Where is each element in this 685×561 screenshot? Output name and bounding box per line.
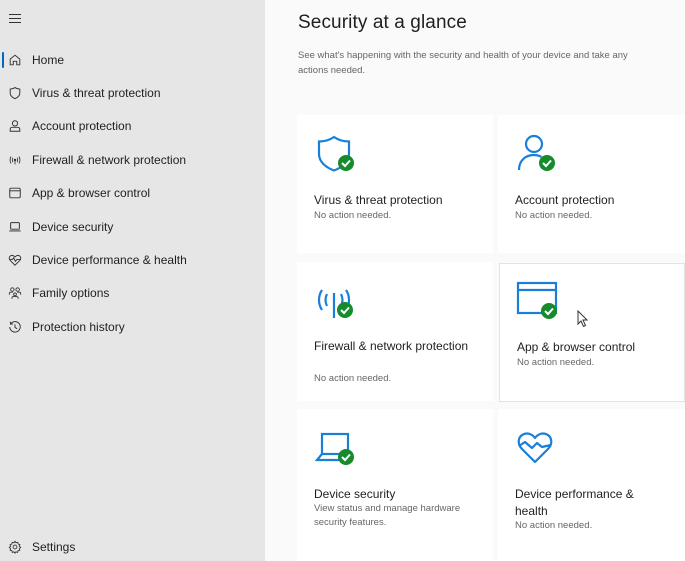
sidebar-item-label: Device security <box>32 219 114 234</box>
sidebar: Home Virus & threat protection Account p… <box>0 0 265 561</box>
heart-pulse-icon <box>515 428 563 470</box>
card-device-performance-health[interactable]: Device performance & health No action ne… <box>498 409 685 561</box>
home-icon <box>8 53 22 67</box>
card-status: No action needed. <box>314 373 392 384</box>
card-title: App & browser control <box>517 340 636 354</box>
card-title: Account protection <box>515 193 615 207</box>
card-app-browser-control[interactable]: App & browser control No action needed. <box>499 263 685 402</box>
person-icon <box>8 119 22 133</box>
laptop-icon <box>314 428 362 470</box>
sidebar-nav: Home Virus & threat protection Account p… <box>0 43 265 344</box>
antenna-icon <box>8 153 22 167</box>
history-icon <box>8 320 22 334</box>
gear-icon <box>8 540 22 554</box>
card-status: View status and manage hardware security… <box>314 503 461 528</box>
sidebar-item-device-performance-health[interactable]: Device performance & health <box>0 243 265 276</box>
page-subtitle: See what's happening with the security a… <box>298 50 628 76</box>
sidebar-item-family-options[interactable]: Family options <box>0 277 265 310</box>
window-icon <box>516 281 564 323</box>
active-indicator <box>2 52 4 68</box>
card-account-protection[interactable]: Account protection No action needed. <box>498 115 685 253</box>
mouse-pointer-icon <box>577 309 589 328</box>
card-device-security[interactable]: Device security View status and manage h… <box>297 409 493 561</box>
ok-check-badge <box>541 303 557 319</box>
window-icon <box>8 186 22 200</box>
sidebar-item-app-browser-control[interactable]: App & browser control <box>0 177 265 210</box>
sidebar-item-settings[interactable]: Settings <box>0 530 265 561</box>
card-status: No action needed. <box>517 357 595 368</box>
hamburger-icon-line <box>9 17 21 19</box>
hamburger-menu-button[interactable] <box>6 10 24 26</box>
sidebar-item-label: Home <box>32 52 65 67</box>
sidebar-item-firewall-network-protection[interactable]: Firewall & network protection <box>0 143 265 176</box>
settings-container: Settings <box>0 530 265 561</box>
sidebar-item-label: Virus & threat protection <box>32 86 161 101</box>
sidebar-item-device-security[interactable]: Device security <box>0 210 265 243</box>
sidebar-item-virus-threat-protection[interactable]: Virus & threat protection <box>0 76 265 109</box>
sidebar-item-protection-history[interactable]: Protection history <box>0 310 265 343</box>
hamburger-icon-line <box>9 21 21 23</box>
heart-pulse-icon <box>8 253 22 267</box>
card-title: Firewall & network protection <box>314 339 469 353</box>
sidebar-item-label: Family options <box>32 286 110 301</box>
sidebar-item-label: Device performance & health <box>32 253 187 268</box>
laptop-icon <box>8 220 22 234</box>
sidebar-item-label: Account protection <box>32 119 132 134</box>
sidebar-item-home[interactable]: Home <box>0 43 265 76</box>
sidebar-item-label: Firewall & network protection <box>32 152 187 167</box>
ok-check-badge <box>338 449 354 465</box>
page-title: Security at a glance <box>298 12 467 33</box>
sidebar-item-account-protection[interactable]: Account protection <box>0 110 265 143</box>
sidebar-item-label: Settings <box>32 539 76 554</box>
card-title: Device security <box>314 487 396 501</box>
main-content: Security at a glance See what's happenin… <box>265 0 685 561</box>
hamburger-icon <box>9 13 21 15</box>
card-title: Virus & threat protection <box>314 193 443 207</box>
shield-icon <box>314 134 362 176</box>
card-status: No action needed. <box>515 210 593 221</box>
card-title: Device performance & health <box>515 487 634 518</box>
antenna-icon <box>314 281 362 323</box>
shield-icon <box>8 86 22 100</box>
card-status: No action needed. <box>314 210 392 221</box>
sidebar-item-label: Protection history <box>32 319 125 334</box>
card-status: No action needed. <box>515 520 593 531</box>
ok-check-badge <box>539 155 555 171</box>
sidebar-item-label: App & browser control <box>32 186 151 201</box>
ok-check-badge <box>338 155 354 171</box>
family-icon <box>8 286 22 300</box>
ok-check-badge <box>337 302 353 318</box>
person-icon <box>515 134 563 176</box>
card-firewall-network-protection[interactable]: Firewall & network protection No action … <box>297 262 493 401</box>
card-virus-threat-protection[interactable]: Virus & threat protection No action need… <box>297 115 493 253</box>
